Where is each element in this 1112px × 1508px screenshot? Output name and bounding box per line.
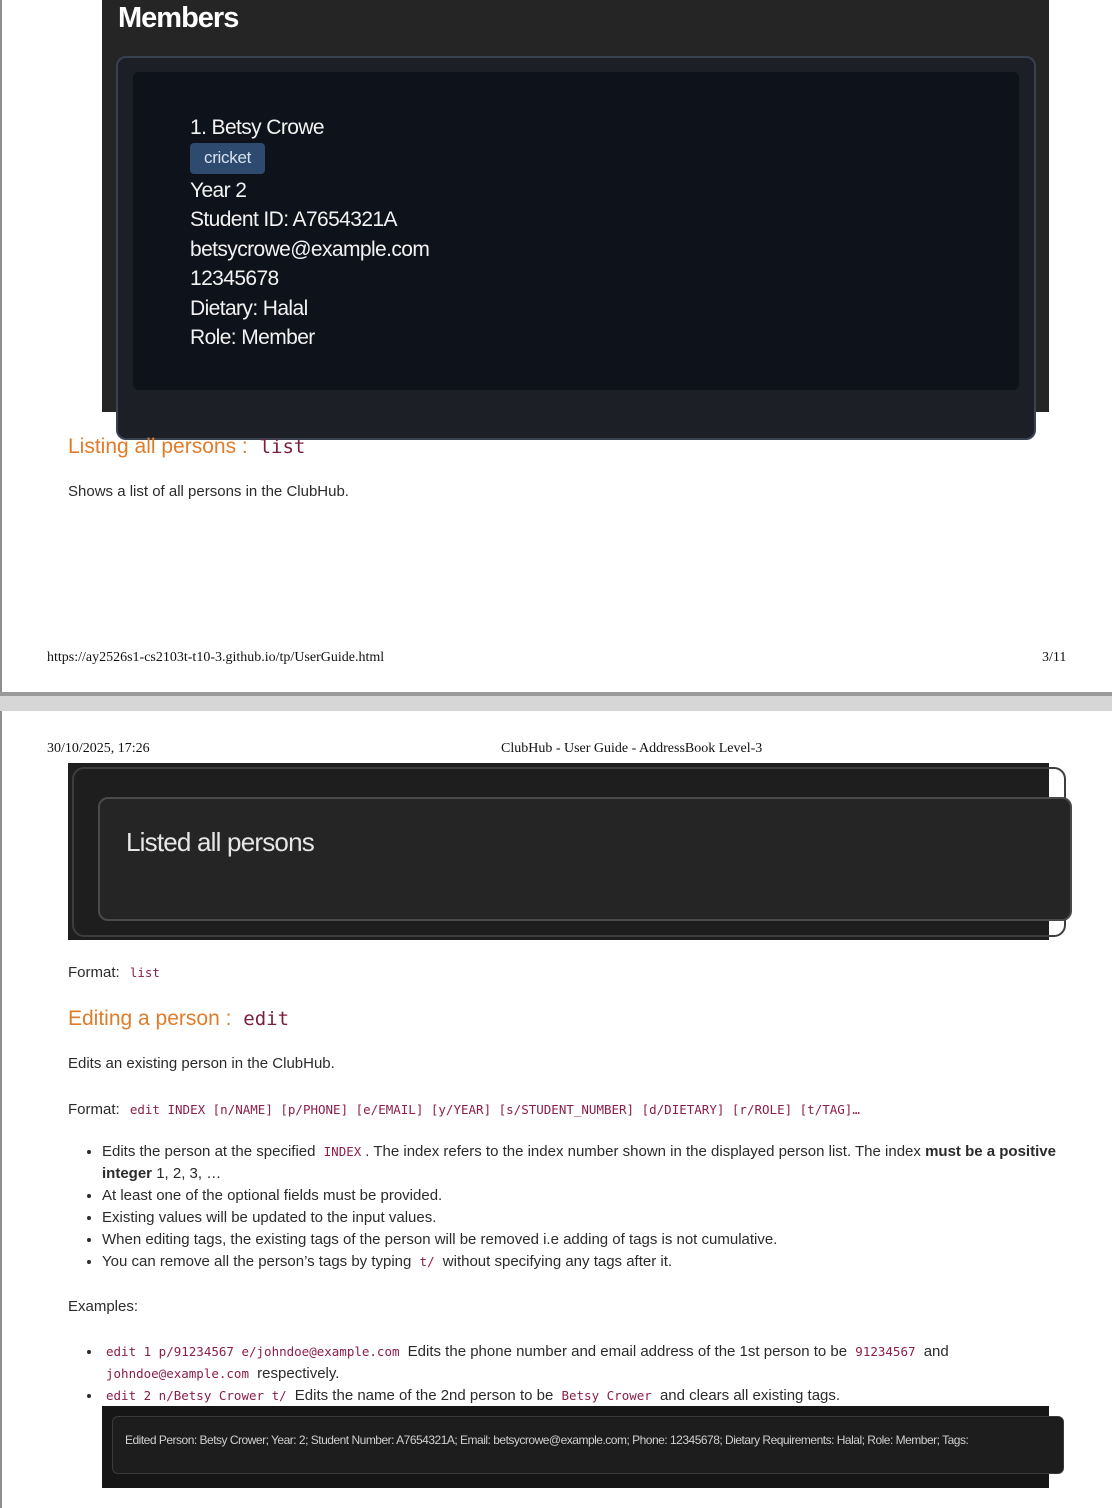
example-code: johndoe@example.com xyxy=(106,1366,249,1381)
note-text: without specifying any tags after it. xyxy=(442,1253,673,1270)
note-text: 1, 2, 3, … xyxy=(156,1165,222,1182)
tag-row: cricket xyxy=(190,142,429,176)
members-title: Members xyxy=(118,2,239,34)
edit-heading-command: edit xyxy=(243,1008,290,1030)
edit-examples-list: edit 1 p/91234567 e/johndoe@example.com … xyxy=(68,1341,1062,1407)
footer-url[interactable]: https://ay2526s1-cs2103t-t10-3.github.io… xyxy=(47,650,384,666)
edit-note-index: Edits the person at the specified INDEX.… xyxy=(102,1141,1082,1185)
person-year: Year 2 xyxy=(190,178,247,202)
example-code: edit 1 p/91234567 e/johndoe@example.com xyxy=(106,1344,400,1359)
tag-badge: cricket xyxy=(190,142,266,174)
person-card-details: 1. Betsy Crowe cricket Year 2 Student ID… xyxy=(190,113,430,353)
note-code: t/ xyxy=(419,1254,435,1269)
person-student-id: Student ID: A7654321A xyxy=(190,208,398,231)
result-display-text: Listed all persons xyxy=(126,827,315,857)
list-description: Shows a list of all persons in the ClubH… xyxy=(68,483,349,500)
person-phone: 12345678 xyxy=(190,267,279,290)
edit-note-tags: When editing tags, the existing tags of … xyxy=(102,1229,1082,1251)
list-format-command: list xyxy=(129,965,160,980)
list-format-line: Format: list xyxy=(68,964,160,981)
result-display-outer: Listed all persons xyxy=(72,767,1072,937)
example-code: Betsy Crower xyxy=(561,1388,652,1403)
person-role: Role: Member xyxy=(190,326,315,349)
note-text: Edits the person at the specified xyxy=(102,1143,316,1160)
edit-example-2: edit 2 n/Betsy Crower t/ Edits the name … xyxy=(102,1385,1062,1407)
example-code: 91234567 xyxy=(855,1344,916,1359)
list-section-heading: Listing all persons : list xyxy=(68,435,305,459)
header-doc-title: ClubHub - User Guide - AddressBook Level… xyxy=(501,741,763,756)
list-heading-command: list xyxy=(259,436,306,458)
edit-format-command: edit INDEX [n/NAME] [p/PHONE] [e/EMAIL] … xyxy=(129,1102,860,1117)
edit-notes-list: Edits the person at the specified INDEX.… xyxy=(68,1141,1082,1273)
example-code: edit 2 n/Betsy Crower t/ xyxy=(106,1388,287,1403)
members-list-frame: 1. Betsy Crowe cricket Year 2 Student ID… xyxy=(116,56,1036,440)
edit-heading-text: Editing a person : xyxy=(68,1007,232,1030)
pdf-page-3: Members 1. Betsy Crowe cricket Year 2 St… xyxy=(2,0,1112,692)
person-email: betsycrowe@example.com xyxy=(190,237,430,261)
edited-result-screenshot: Edited Person: Betsy Crower; Year: 2; St… xyxy=(102,1406,1064,1488)
result-display-inner: Listed all persons xyxy=(98,797,1072,921)
footer-page-number: 3/11 xyxy=(1042,650,1067,665)
edit-note-clear-tags: You can remove all the person’s tags by … xyxy=(102,1251,1082,1273)
pdf-page-4: 30/10/2025, 17:26 ClubHub - User Guide -… xyxy=(2,711,1112,1508)
edit-note-optional: At least one of the optional fields must… xyxy=(102,1185,1082,1207)
note-code: INDEX xyxy=(323,1144,362,1159)
example-text: and xyxy=(923,1343,949,1360)
result-display-screenshot: Listed all persons xyxy=(68,763,1072,940)
person-card: 1. Betsy Crowe cricket Year 2 Student ID… xyxy=(133,72,1019,390)
example-text: and clears all existing tags. xyxy=(659,1387,841,1404)
note-text: You can remove all the person’s tags by … xyxy=(102,1253,412,1270)
person-name: 1. Betsy Crowe xyxy=(190,116,325,139)
person-dietary: Dietary: Halal xyxy=(190,296,308,320)
example-text: Edits the name of the 2nd person to be xyxy=(294,1387,554,1404)
edit-example-1: edit 1 p/91234567 e/johndoe@example.com … xyxy=(102,1341,1062,1385)
note-text: . The index refers to the index number s… xyxy=(365,1143,921,1160)
edited-result-text: Edited Person: Betsy Crower; Year: 2; St… xyxy=(125,1433,969,1447)
example-text: Edits the phone number and email address… xyxy=(407,1343,848,1360)
edit-note-update: Existing values will be updated to the i… xyxy=(102,1207,1082,1229)
page-separator xyxy=(0,692,1112,711)
edit-format-line: Format: edit INDEX [n/NAME] [p/PHONE] [e… xyxy=(68,1101,860,1118)
examples-label: Examples: xyxy=(68,1298,139,1315)
edit-description: Edits an existing person in the ClubHub. xyxy=(68,1055,335,1072)
header-datetime: 30/10/2025, 17:26 xyxy=(47,741,150,756)
example-text: respectively. xyxy=(257,1365,340,1382)
members-screenshot: Members 1. Betsy Crowe cricket Year 2 St… xyxy=(102,0,1049,440)
edited-result-box: Edited Person: Betsy Crower; Year: 2; St… xyxy=(112,1416,1064,1474)
list-format-label: Format: xyxy=(68,964,120,981)
edit-format-label: Format: xyxy=(68,1101,120,1118)
edit-section-heading: Editing a person : edit xyxy=(68,1007,289,1031)
list-heading-text: Listing all persons : xyxy=(68,435,248,458)
